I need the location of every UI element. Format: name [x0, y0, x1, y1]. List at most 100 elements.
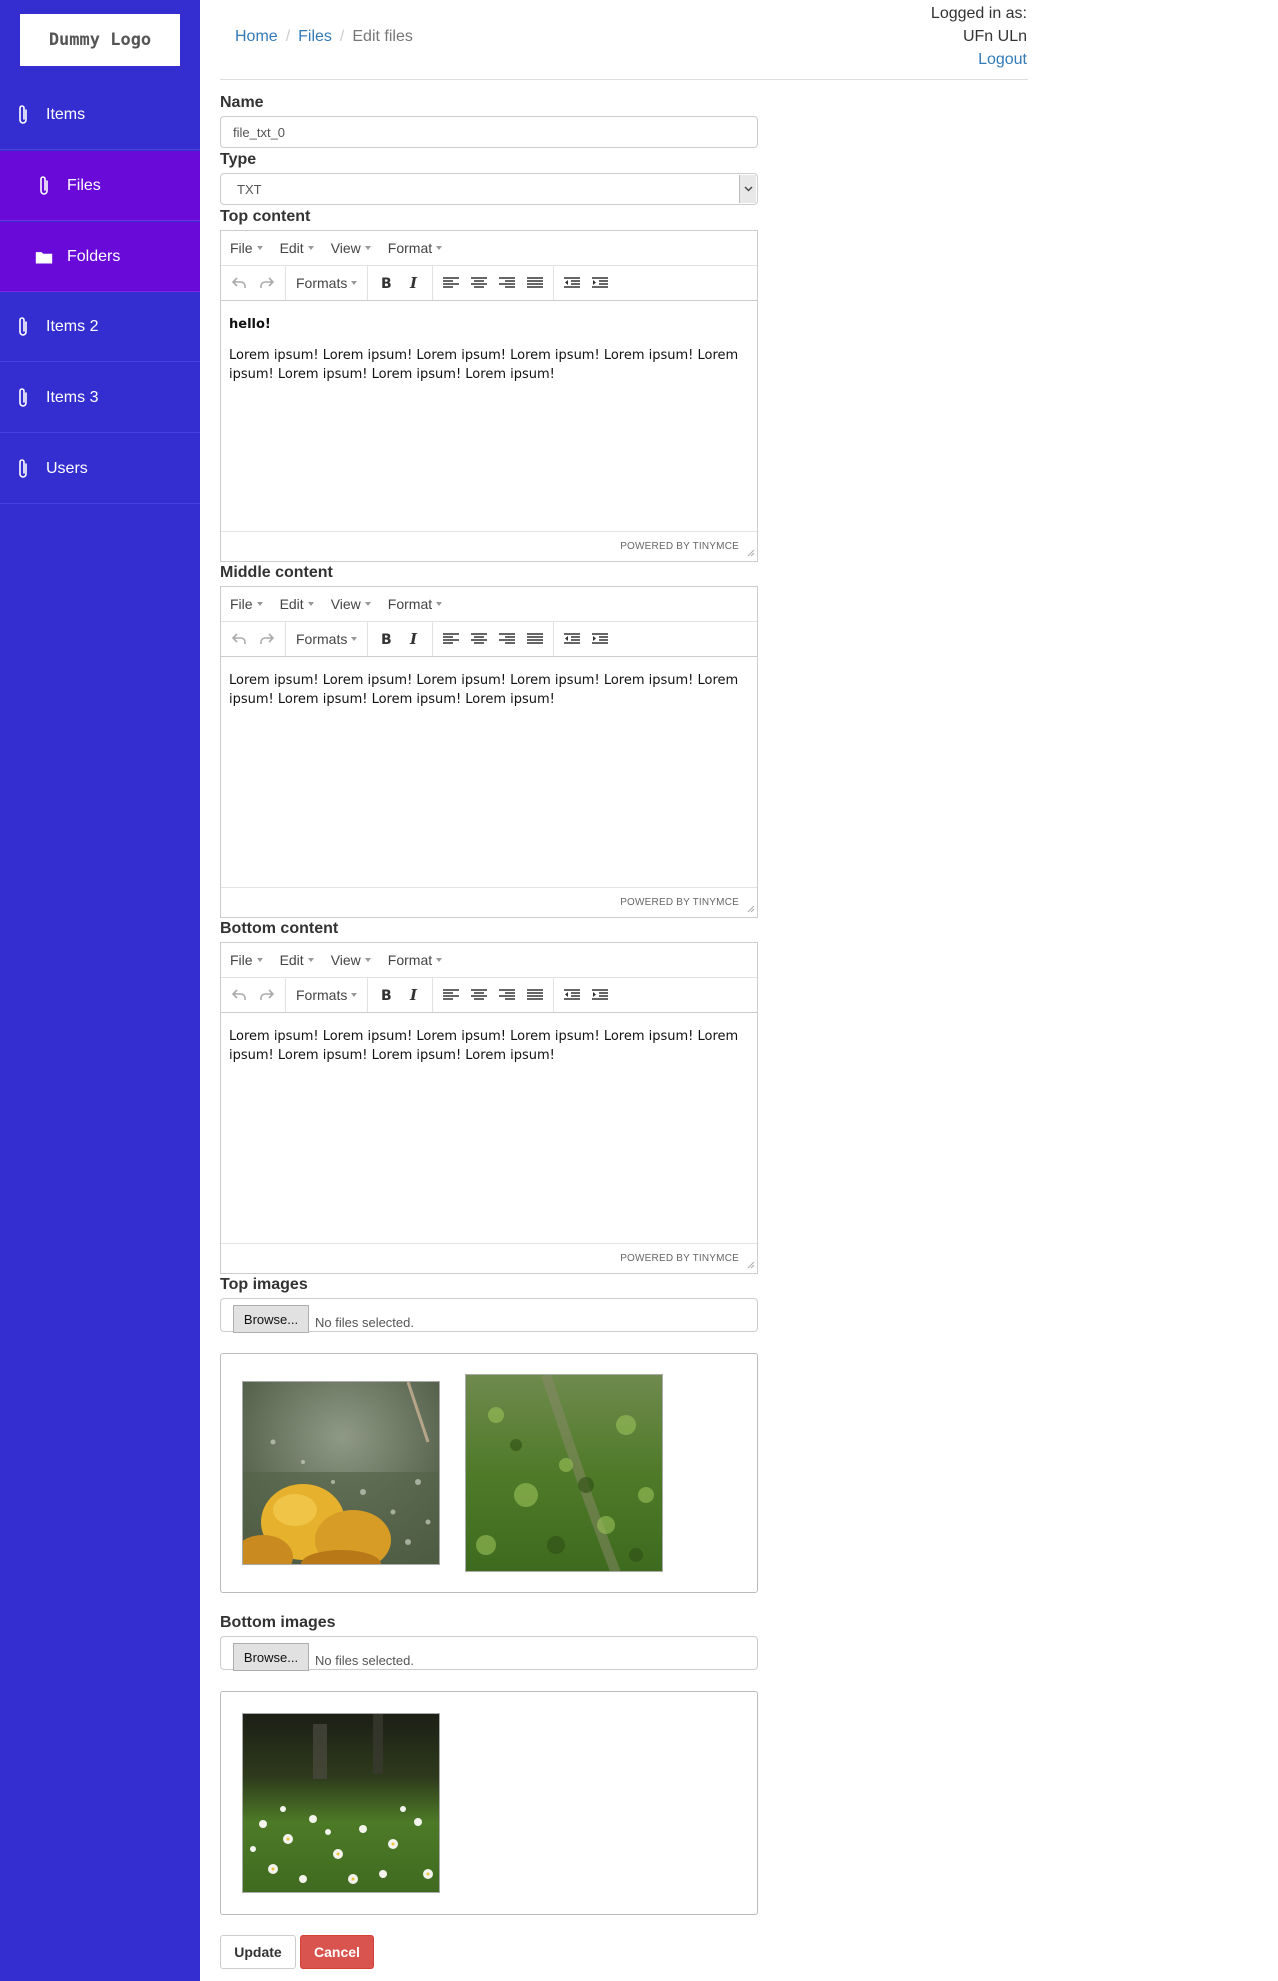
menu-view[interactable]: View	[331, 952, 371, 968]
menu-format[interactable]: Format	[388, 240, 443, 256]
menu-view-label: View	[330, 596, 361, 612]
image-thumbnail-daisies[interactable]	[242, 1713, 440, 1893]
paperclip-icon	[14, 316, 32, 338]
menu-edit-label: Edit	[279, 952, 304, 968]
paperclip-icon	[35, 175, 53, 197]
editor-menubar: File Edit View Format	[221, 943, 757, 978]
menu-file[interactable]: File	[230, 952, 263, 968]
paperclip-icon	[14, 104, 32, 126]
resize-handle-icon[interactable]	[747, 1256, 755, 1272]
logo[interactable]: Dummy Logo	[20, 14, 180, 66]
sidebar-item-folders[interactable]: Folders	[0, 222, 200, 292]
align-left-icon[interactable]	[437, 625, 465, 653]
align-center-icon[interactable]	[465, 269, 493, 297]
name-input[interactable]	[220, 116, 758, 148]
outdent-icon[interactable]	[558, 269, 586, 297]
menu-edit-label: Edit	[279, 240, 304, 256]
undo-icon[interactable]	[225, 625, 253, 653]
sidebar-item-label: Items 3	[46, 388, 99, 406]
caret-icon	[364, 602, 371, 606]
menu-edit[interactable]: Edit	[280, 240, 314, 256]
no-files-text: No files selected.	[315, 1315, 414, 1330]
menu-file[interactable]: File	[230, 596, 263, 612]
italic-icon[interactable]: I	[400, 981, 428, 1009]
menu-file[interactable]: File	[230, 240, 263, 256]
italic-icon[interactable]: I	[400, 269, 428, 297]
breadcrumb-home[interactable]: Home	[235, 28, 278, 45]
bold-icon[interactable]: B	[372, 269, 400, 297]
user-box: Logged in as: UFn ULn Logout	[931, 2, 1027, 71]
type-label: Type	[220, 151, 257, 168]
update-button[interactable]: Update	[220, 1935, 296, 1969]
cancel-button[interactable]: Cancel	[300, 1935, 374, 1969]
align-center-icon[interactable]	[465, 981, 493, 1009]
type-select[interactable]: TXT	[220, 173, 758, 205]
logout-link[interactable]: Logout	[978, 51, 1027, 68]
browse-button[interactable]: Browse...	[233, 1305, 309, 1333]
align-right-icon[interactable]	[493, 625, 521, 653]
resize-handle-icon[interactable]	[747, 900, 755, 916]
align-justify-icon[interactable]	[521, 625, 549, 653]
menu-file-label: File	[230, 240, 253, 256]
resize-handle-icon[interactable]	[747, 544, 755, 560]
editor-statusbar: POWERED BY TINYMCE	[221, 887, 757, 918]
menu-view[interactable]: View	[331, 240, 371, 256]
formats-dropdown[interactable]: Formats	[290, 625, 363, 653]
align-left-icon[interactable]	[437, 981, 465, 1009]
editor-content[interactable]: hello! Lorem ipsum! Lorem ipsum! Lorem i…	[221, 301, 757, 531]
top-images-file-input[interactable]: Browse... No files selected.	[220, 1298, 758, 1333]
menu-format-label: Format	[387, 952, 433, 968]
sidebar-item-users[interactable]: Users	[0, 434, 200, 504]
undo-icon[interactable]	[225, 981, 253, 1009]
chevron-down-icon[interactable]	[739, 175, 756, 203]
align-right-icon[interactable]	[493, 269, 521, 297]
breadcrumb-files[interactable]: Files	[298, 28, 332, 45]
outdent-icon[interactable]	[558, 981, 586, 1009]
sidebar-item-items[interactable]: Items	[0, 80, 200, 150]
bottom-images-panel	[220, 1691, 758, 1915]
browse-button[interactable]: Browse...	[233, 1643, 309, 1671]
paperclip-icon	[14, 387, 32, 409]
align-left-icon[interactable]	[437, 269, 465, 297]
image-thumbnail-moss[interactable]	[465, 1374, 663, 1572]
bold-icon[interactable]: B	[372, 981, 400, 1009]
bottom-content-label: Bottom content	[220, 920, 339, 937]
formats-dropdown[interactable]: Formats	[290, 269, 363, 297]
image-thumbnail-lemons[interactable]	[242, 1381, 440, 1565]
powered-by-tinymce[interactable]: POWERED BY TINYMCE	[620, 897, 739, 908]
editor-statusbar: POWERED BY TINYMCE	[221, 531, 757, 562]
align-justify-icon[interactable]	[521, 269, 549, 297]
redo-icon[interactable]	[253, 981, 281, 1009]
align-right-icon[interactable]	[493, 981, 521, 1009]
outdent-icon[interactable]	[558, 625, 586, 653]
menu-view[interactable]: View	[331, 596, 371, 612]
indent-icon[interactable]	[586, 981, 614, 1009]
editor-heading: hello!	[229, 317, 271, 332]
bottom-images-file-input[interactable]: Browse... No files selected.	[220, 1636, 758, 1671]
redo-icon[interactable]	[253, 269, 281, 297]
sidebar-item-label: Folders	[67, 247, 121, 265]
align-justify-icon[interactable]	[521, 981, 549, 1009]
menu-format[interactable]: Format	[388, 596, 443, 612]
undo-icon[interactable]	[225, 269, 253, 297]
bold-icon[interactable]: B	[372, 625, 400, 653]
sidebar-item-items-3[interactable]: Items 3	[0, 363, 200, 433]
sidebar-item-label: Files	[67, 176, 101, 194]
menu-edit[interactable]: Edit	[280, 952, 314, 968]
menu-format[interactable]: Format	[387, 952, 443, 968]
redo-icon[interactable]	[253, 625, 281, 653]
editor-content[interactable]: Lorem ipsum! Lorem ipsum! Lorem ipsum! L…	[221, 657, 757, 887]
editor-content[interactable]: Lorem ipsum! Lorem ipsum! Lorem ipsum! L…	[221, 1013, 757, 1243]
powered-by-tinymce[interactable]: POWERED BY TINYMCE	[620, 541, 739, 552]
caret-icon	[307, 958, 314, 962]
formats-dropdown[interactable]: Formats	[290, 981, 363, 1009]
italic-icon[interactable]: I	[400, 625, 428, 653]
align-center-icon[interactable]	[465, 625, 493, 653]
indent-icon[interactable]	[586, 269, 614, 297]
sidebar-item-files[interactable]: Files	[0, 151, 200, 221]
powered-by-tinymce[interactable]: POWERED BY TINYMCE	[620, 1253, 739, 1264]
formats-label: Formats	[296, 631, 348, 647]
indent-icon[interactable]	[586, 625, 614, 653]
sidebar-item-items-2[interactable]: Items 2	[0, 292, 200, 362]
menu-edit[interactable]: Edit	[280, 596, 314, 612]
